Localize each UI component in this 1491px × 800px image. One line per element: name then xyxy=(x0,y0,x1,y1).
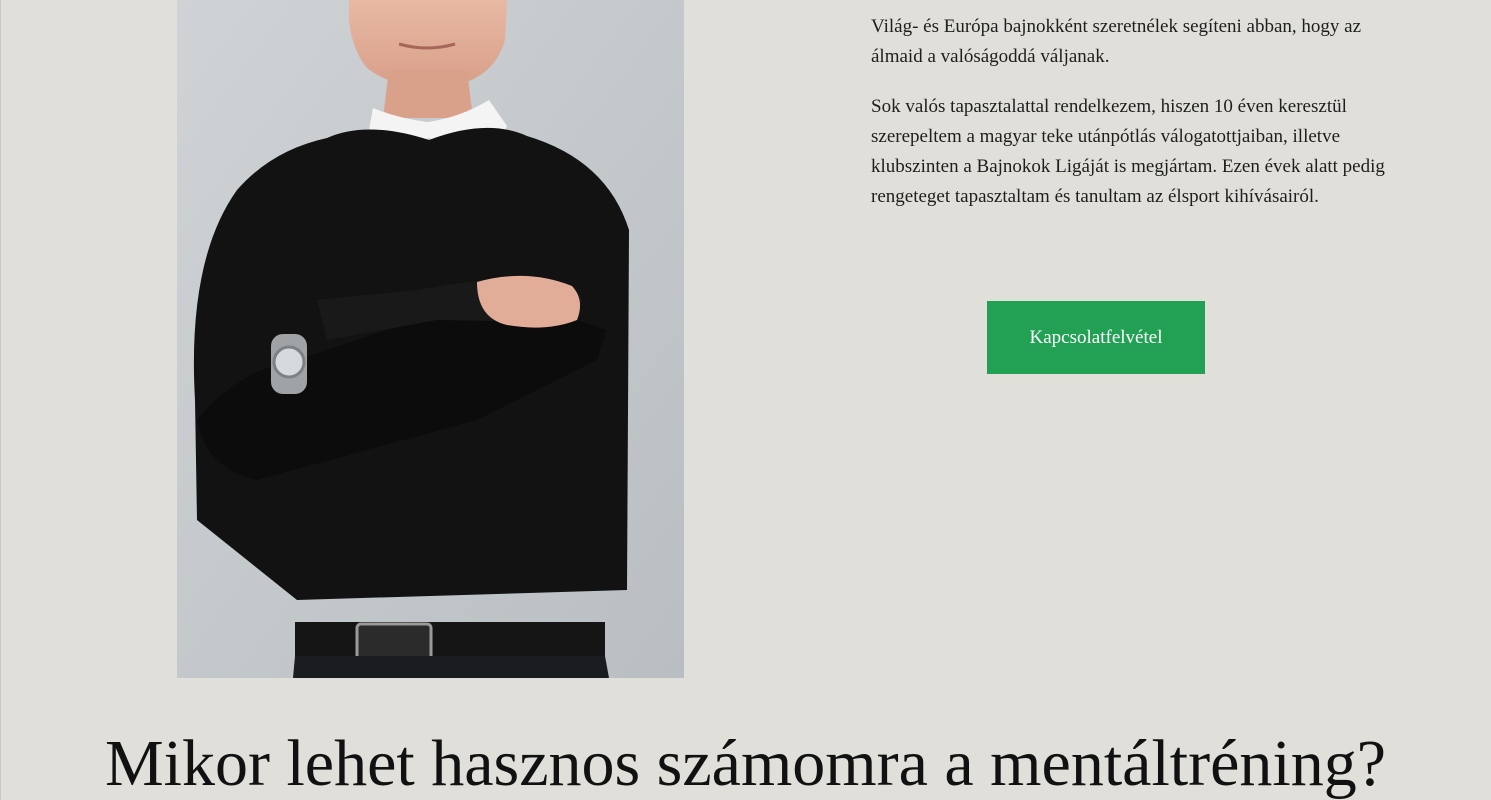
about-text: Világ- és Európa bajnokként szeretnélek … xyxy=(871,12,1391,232)
left-border xyxy=(0,0,1,800)
coach-portrait-photo xyxy=(177,0,684,678)
page: Világ- és Európa bajnokként szeretnélek … xyxy=(0,0,1491,800)
section-heading: Mikor lehet hasznos számomra a mentáltré… xyxy=(104,727,1387,800)
about-paragraph-intro: Világ- és Európa bajnokként szeretnélek … xyxy=(871,16,1362,67)
about-paragraph-experience: Sok valós tapasztalattal rendelkezem, hi… xyxy=(871,96,1385,207)
contact-button[interactable]: Kapcsolatfelvétel xyxy=(987,301,1205,374)
